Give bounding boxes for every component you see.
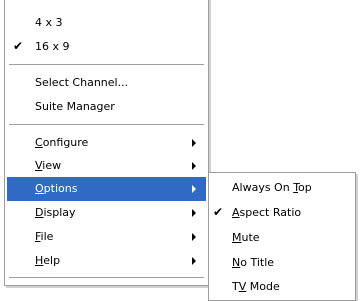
menu-item-options[interactable]: Options (7, 177, 206, 201)
checkmark-icon: ✔ (213, 205, 224, 219)
menu-separator (9, 277, 204, 279)
submenu-arrow-icon (192, 233, 196, 241)
menu-item-configure[interactable]: Configure (7, 131, 206, 155)
menu-item-label: Mute (232, 231, 260, 244)
options-submenu: Always On Top ✔ Aspect Ratio Mute No Tit… (208, 172, 356, 301)
submenu-arrow-icon (192, 162, 196, 170)
submenu-item-always-on-top[interactable]: Always On Top (211, 176, 353, 200)
menu-item-16x9[interactable]: ✔ 16 x 9 (7, 35, 206, 59)
menu-item-label: TV Mode (232, 280, 280, 293)
menu-item-view[interactable]: View (7, 154, 206, 178)
menu-item-label: File (35, 230, 54, 243)
menu-item-label: Select Channel... (35, 76, 129, 89)
submenu-arrow-icon (192, 209, 196, 217)
menu-item-label: Configure (35, 136, 89, 149)
menu-item-label: No Title (232, 256, 275, 269)
menu-item-display[interactable]: Display (7, 201, 206, 225)
submenu-item-no-title[interactable]: No Title (211, 251, 353, 275)
menu-item-suite-manager[interactable]: Suite Manager (7, 95, 206, 119)
menu-item-label: Help (35, 254, 61, 267)
menu-item-label: Options (35, 182, 78, 195)
menu-separator (9, 124, 204, 126)
menu-item-file[interactable]: File (7, 225, 206, 249)
submenu-item-aspect-ratio[interactable]: ✔ Aspect Ratio (211, 201, 353, 225)
menu-item-label: View (35, 159, 62, 172)
menu-item-label: Always On Top (232, 181, 312, 194)
menu-item-help[interactable]: Help (7, 249, 206, 273)
context-menu: 4 x 3 ✔ 16 x 9 Select Channel... Suite M… (4, 0, 209, 286)
submenu-item-tv-mode[interactable]: TV Mode (211, 275, 353, 299)
menu-item-label: 16 x 9 (35, 40, 70, 53)
menu-item-label: Display (35, 206, 76, 219)
submenu-arrow-icon (192, 257, 196, 265)
menu-item-label: Aspect Ratio (232, 206, 302, 219)
submenu-arrow-icon (192, 139, 196, 147)
submenu-arrow-icon (192, 185, 196, 193)
menu-item-4x3[interactable]: 4 x 3 (7, 11, 206, 35)
menu-item-label: 4 x 3 (35, 16, 63, 29)
menu-item-select-channel[interactable]: Select Channel... (7, 71, 206, 95)
checkmark-icon: ✔ (13, 39, 24, 53)
menu-separator (9, 64, 204, 66)
submenu-item-mute[interactable]: Mute (211, 226, 353, 250)
menu-item-label: Suite Manager (35, 100, 115, 113)
